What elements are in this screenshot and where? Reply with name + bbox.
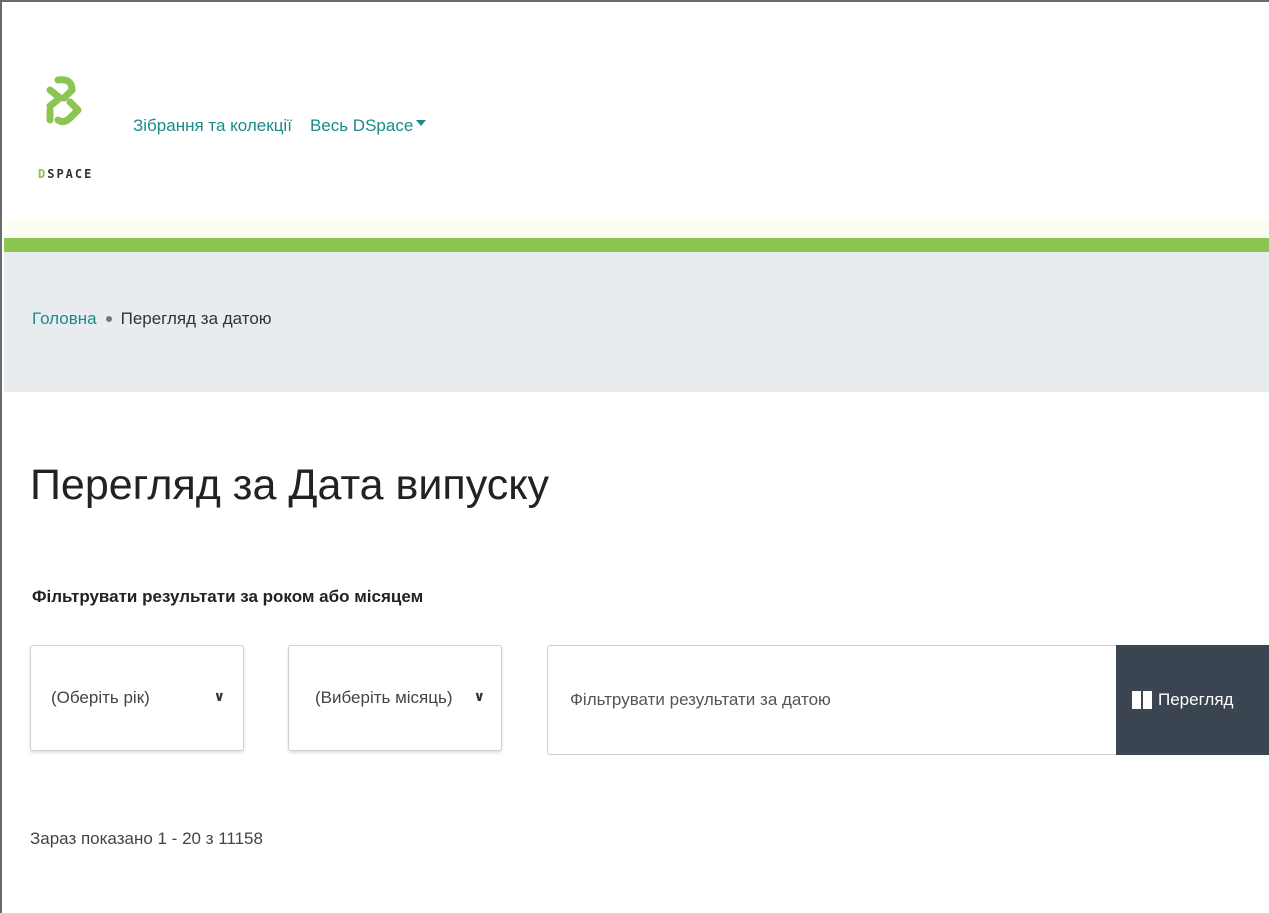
year-select[interactable]: (Оберіть рік) ∨: [30, 645, 244, 751]
breadcrumb: Головна Перегляд за датою: [32, 309, 272, 329]
logo-wordmark: DSPACE: [38, 167, 93, 181]
logo-wordmark-rest: SPACE: [47, 167, 94, 181]
accent-bar: [4, 238, 1269, 252]
breadcrumb-home[interactable]: Головна: [32, 309, 97, 329]
nav-all-dspace-label: Весь DSpace: [309, 116, 414, 135]
breadcrumb-current: Перегляд за датою: [120, 309, 272, 328]
filter-label: Фільтрувати результати за роком або міся…: [32, 587, 424, 606]
book-icon: [1132, 691, 1152, 709]
main-nav: Зібрання та колекції Весь DSpace: [133, 116, 427, 136]
month-select-value: (Виберіть місяць): [315, 688, 453, 707]
browse-button-label: Перегляд: [1158, 690, 1234, 709]
chevron-down-icon: ∨: [473, 688, 485, 704]
year-select-value: (Оберіть рік): [51, 688, 150, 707]
site-header: DSPACE Зібрання та колекції Весь DSpace: [4, 4, 1269, 220]
page-frame: DSPACE Зібрання та колекції Весь DSpace …: [0, 0, 1269, 913]
breadcrumb-separator: [105, 316, 112, 322]
header-strip: [4, 220, 1269, 238]
page-title: Перегляд за Дата випуску: [30, 461, 550, 509]
dspace-logo-icon: [46, 76, 82, 126]
nav-all-dspace[interactable]: Весь DSpace: [309, 116, 427, 136]
month-select[interactable]: (Виберіть місяць) ∨: [288, 645, 502, 751]
caret-down-icon: [416, 119, 427, 126]
date-filter-input[interactable]: [547, 645, 1117, 755]
result-count: Зараз показано 1 - 20 з 11158: [30, 829, 263, 848]
browse-button[interactable]: Перегляд: [1116, 645, 1269, 755]
nav-communities-collections[interactable]: Зібрання та колекції: [133, 116, 292, 136]
logo-wordmark-d: D: [38, 167, 48, 181]
chevron-down-icon: ∨: [213, 688, 225, 704]
